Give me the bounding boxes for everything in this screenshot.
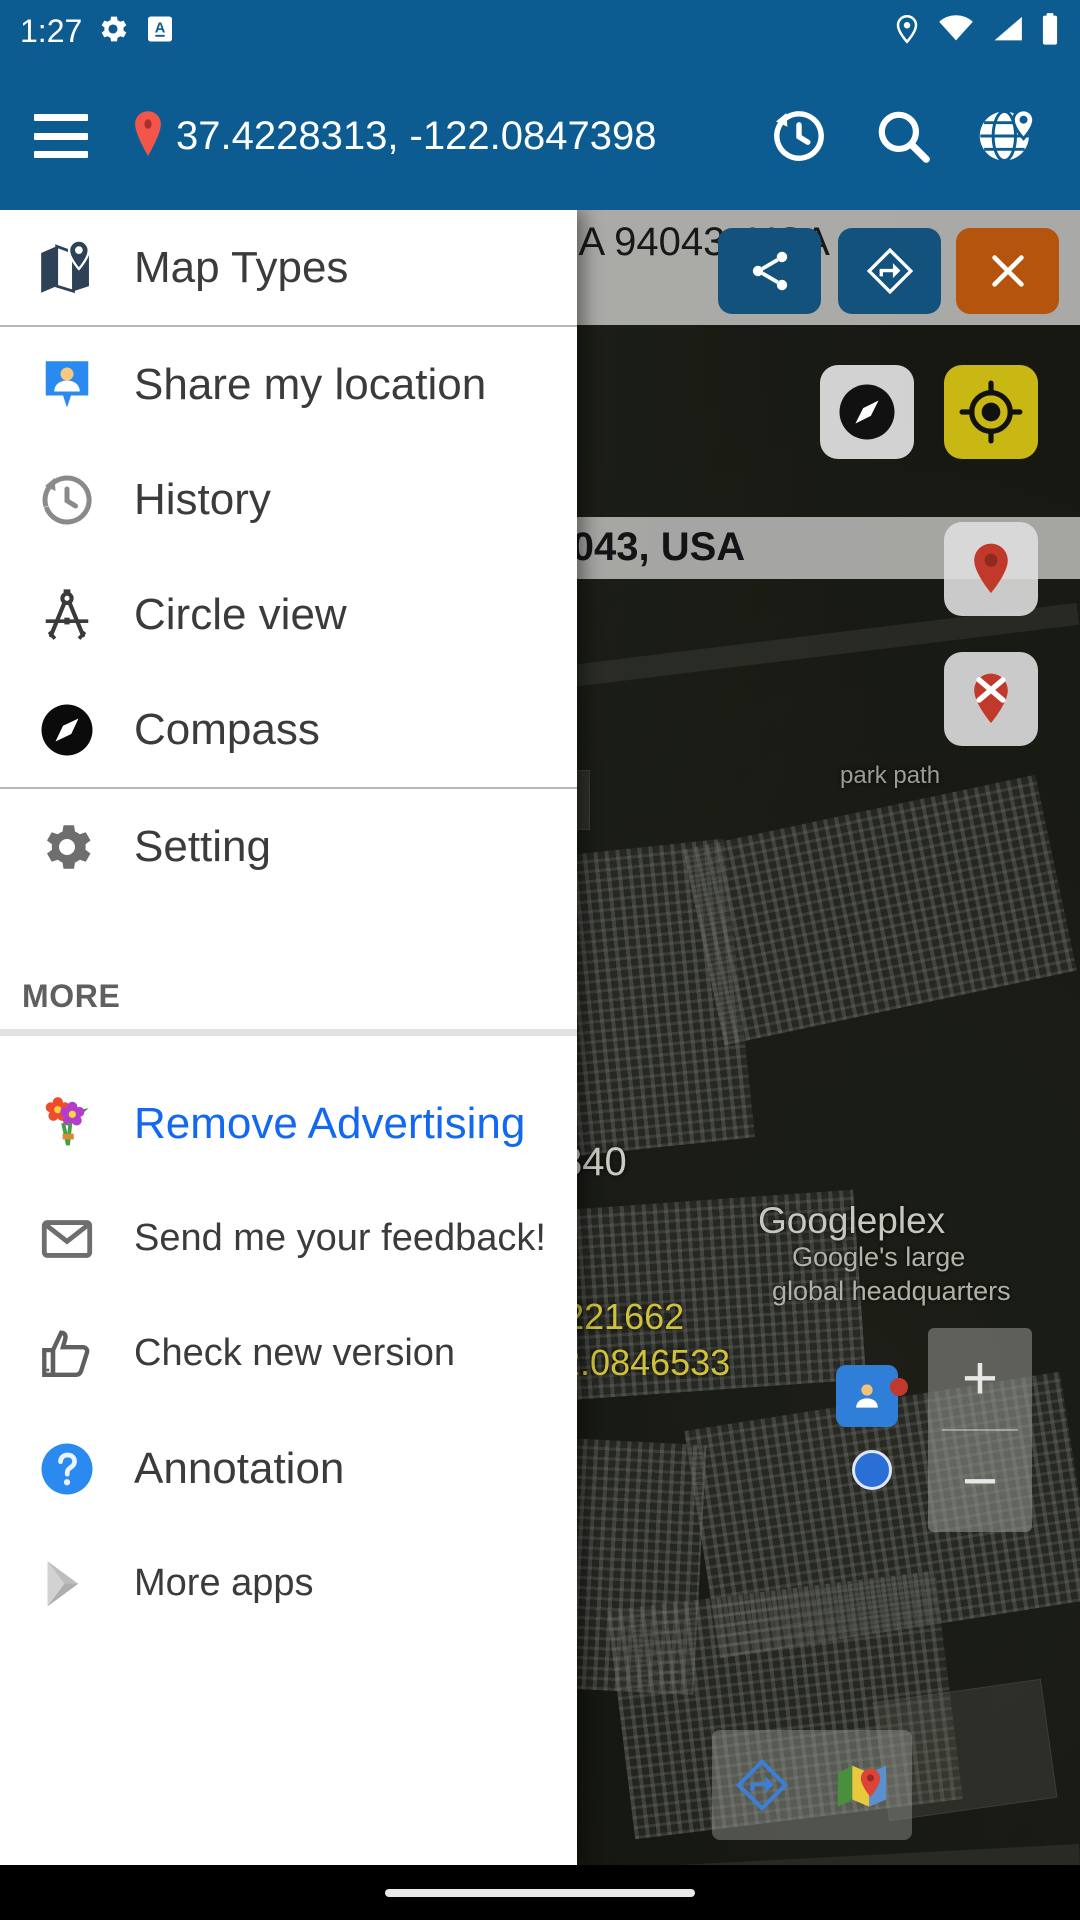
- google-maps-icon: [837, 1765, 887, 1807]
- add-marker-control[interactable]: [944, 522, 1038, 616]
- system-nav-bar: [0, 1865, 1080, 1920]
- drawer-item-compass[interactable]: Compass: [0, 672, 577, 787]
- share-location-pin-icon: [30, 348, 104, 422]
- status-bar-left: 1:27 A: [20, 12, 176, 51]
- my-location-control[interactable]: [944, 365, 1038, 459]
- drawer-item-label: More apps: [134, 1562, 314, 1604]
- history-clock-icon: [30, 463, 104, 537]
- map-bottom-actions: [712, 1730, 912, 1840]
- coordinate-text: 37.4228313, -122.0847398: [176, 113, 657, 158]
- cell-signal-icon: [990, 14, 1024, 49]
- zoom-in-button[interactable]: +: [928, 1328, 1032, 1429]
- red-pin-icon: [974, 543, 1008, 594]
- history-clock-icon: [774, 111, 824, 161]
- drawer-item-annotation[interactable]: Annotation: [0, 1411, 577, 1526]
- play-store-icon: [30, 1547, 104, 1621]
- zoom-out-button[interactable]: −: [928, 1431, 1032, 1532]
- app-bar: 37.4228313, -122.0847398: [0, 62, 1080, 210]
- svg-text:A: A: [155, 20, 166, 36]
- question-mark-circle-icon: [30, 1432, 104, 1506]
- search-button[interactable]: [864, 97, 942, 175]
- battery-icon: [1040, 12, 1060, 51]
- android-a-icon: A: [144, 13, 176, 50]
- navigation-drawer: Map Types Share my location History Circ…: [0, 210, 577, 1865]
- drawer-item-more-apps[interactable]: More apps: [0, 1526, 577, 1641]
- share-icon: [752, 251, 787, 291]
- gear-icon: [30, 810, 104, 884]
- googleplex-sub-label-2: global headquarters: [772, 1276, 1011, 1306]
- google-maps-button[interactable]: [812, 1730, 912, 1840]
- shared-location-marker[interactable]: [836, 1365, 898, 1427]
- googleplex-sub-label-1: Google's large: [792, 1242, 966, 1272]
- status-bar-right: [892, 12, 1060, 51]
- compass-icon: [30, 693, 104, 767]
- status-clock: 1:27: [20, 12, 83, 49]
- drafting-compass-icon: [30, 578, 104, 652]
- red-pin-delete-icon: [974, 673, 1008, 724]
- park-path-label: park path: [840, 762, 941, 789]
- compass-icon: [839, 384, 895, 440]
- drawer-item-label: Annotation: [134, 1443, 345, 1493]
- phone-screen: Mountain View, CA 94043, USA mi: [0, 0, 1080, 1920]
- drawer-spacer: [0, 904, 577, 932]
- drawer-item-label: Compass: [134, 704, 320, 754]
- app-bar-actions: [760, 97, 1046, 175]
- drawer-item-remove-advertising[interactable]: Remove Advertising: [0, 1066, 577, 1181]
- home-gesture-pill[interactable]: [385, 1888, 695, 1897]
- share-button[interactable]: [718, 228, 821, 314]
- zoom-controls[interactable]: + −: [928, 1328, 1032, 1532]
- map-poi-dot: [890, 1378, 908, 1396]
- current-location-dot: [852, 1450, 892, 1490]
- flower-bouquet-icon: [30, 1087, 104, 1161]
- envelope-icon: [30, 1202, 104, 1276]
- person-icon: [856, 1384, 878, 1408]
- drawer-item-history[interactable]: History: [0, 442, 577, 557]
- drawer-item-label: Check new version: [134, 1332, 456, 1374]
- drawer-item-check-new-version[interactable]: Check new version: [0, 1296, 577, 1411]
- directions-arrow-icon: [735, 1758, 789, 1812]
- location-pin-icon: [892, 12, 922, 51]
- wifi-icon: [938, 14, 974, 49]
- gear-icon: [96, 12, 130, 51]
- drawer-spacer: [0, 1036, 577, 1066]
- drawer-section-divider: [0, 1029, 577, 1036]
- coordinate-display[interactable]: 37.4228313, -122.0847398: [130, 109, 752, 164]
- drawer-item-label: Map Types: [134, 242, 349, 292]
- globe-location-icon: [979, 108, 1036, 162]
- directions-arrow-icon: [866, 247, 913, 295]
- compass-control[interactable]: [820, 365, 914, 459]
- status-bar: 1:27 A: [0, 0, 1080, 62]
- directions-button[interactable]: [838, 228, 941, 314]
- drawer-item-setting[interactable]: Setting: [0, 789, 577, 904]
- drawer-item-label: History: [134, 474, 271, 524]
- drawer-item-send-feedback[interactable]: Send me your feedback!: [0, 1181, 577, 1296]
- googleplex-label: Googleplex: [758, 1200, 946, 1241]
- drawer-item-label: Send me your feedback!: [134, 1217, 546, 1259]
- hamburger-menu-icon[interactable]: [34, 114, 88, 158]
- drawer-section-header-more: MORE: [22, 978, 121, 1014]
- drawer-item-share-my-location[interactable]: Share my location: [0, 327, 577, 442]
- drawer-item-label: Circle view: [134, 589, 347, 639]
- thumbs-up-icon: [30, 1317, 104, 1391]
- crosshair-location-icon: [959, 380, 1023, 444]
- drawer-item-map-types[interactable]: Map Types: [0, 210, 577, 325]
- close-button[interactable]: [956, 228, 1059, 314]
- drawer-item-label: Share my location: [134, 359, 487, 409]
- map-types-icon: [30, 231, 104, 305]
- search-icon: [878, 111, 930, 163]
- drawer-item-circle-view[interactable]: Circle view: [0, 557, 577, 672]
- delete-marker-control[interactable]: [944, 652, 1038, 746]
- map-pin-icon: [130, 109, 166, 164]
- globe-button[interactable]: [968, 97, 1046, 175]
- close-x-icon: [991, 255, 1024, 287]
- drawer-item-label: Setting: [134, 821, 271, 871]
- navigate-button[interactable]: [712, 1730, 812, 1840]
- history-button[interactable]: [760, 97, 838, 175]
- drawer-item-label: Remove Advertising: [134, 1098, 526, 1148]
